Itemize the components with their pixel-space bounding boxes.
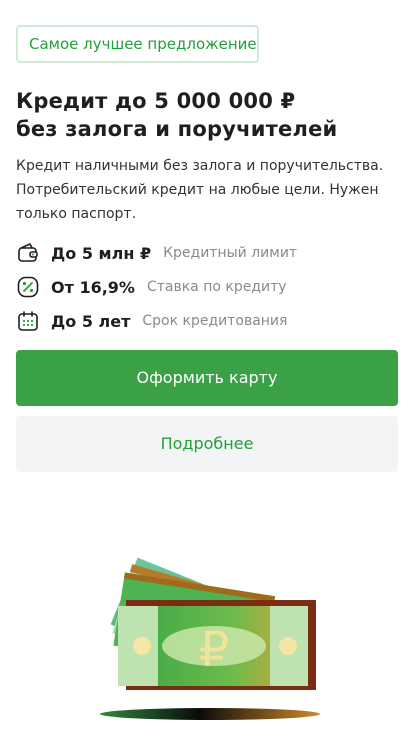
feature-value: До 5 лет: [51, 311, 131, 331]
title-line-2: без залога и поручителей: [16, 117, 338, 141]
ruble-symbol: ₽: [199, 622, 230, 678]
feature-value: До 5 млн ₽: [51, 243, 152, 263]
feature-term: До 5 лет Срок кредитования: [16, 304, 406, 338]
money-stack-illustration: ₽: [100, 557, 320, 720]
feature-rate: От 16,9% Ставка по кредиту: [16, 270, 406, 304]
page-title: Кредит до 5 000 000 ₽ без залога и поруч…: [16, 87, 406, 143]
feature-label: Срок кредитования: [142, 313, 288, 329]
feature-credit-limit: До 5 млн ₽ Кредитный лимит: [16, 236, 406, 270]
feature-label: Ставка по кредиту: [146, 279, 287, 295]
title-line-1: Кредит до 5 000 000 ₽: [16, 89, 296, 113]
feature-label: Кредитный лимит: [163, 245, 298, 261]
wallet-icon: [18, 243, 38, 262]
calendar-icon: [18, 311, 38, 331]
apply-card-button[interactable]: Оформить карту: [16, 350, 398, 406]
best-offer-badge: Самое лучшее предложение: [16, 25, 259, 63]
promo-description: Кредит наличными без залога и поручитель…: [16, 158, 384, 222]
percent-icon: [17, 276, 39, 298]
more-details-button[interactable]: Подробнее: [16, 416, 398, 472]
feature-value: От 16,9%: [51, 277, 135, 297]
features-list: До 5 млн ₽ Кредитный лимит От 16,9% Став…: [16, 236, 406, 338]
